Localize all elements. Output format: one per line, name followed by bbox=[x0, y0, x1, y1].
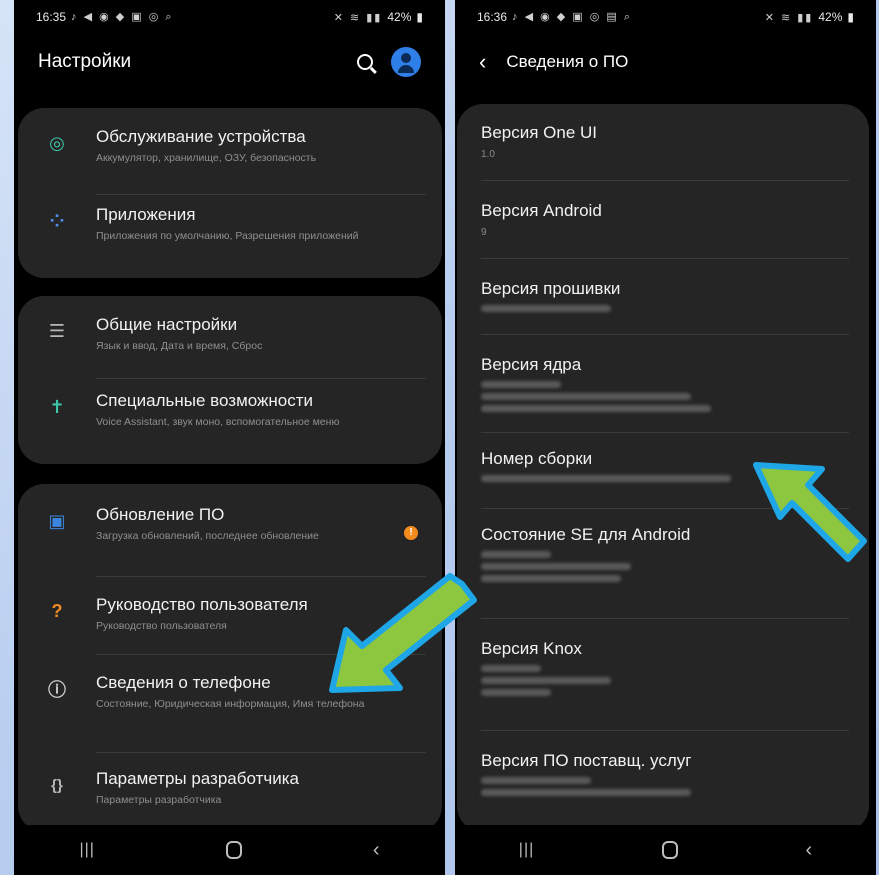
recent-apps-icon[interactable]: ||| bbox=[79, 841, 94, 859]
divider bbox=[481, 432, 849, 433]
user-manual-icon: ? bbox=[51, 600, 63, 621]
back-nav-icon[interactable]: ‹ bbox=[805, 839, 812, 862]
page-title: Сведения о ПО bbox=[506, 52, 629, 71]
row-title: Версия ядра bbox=[481, 355, 582, 374]
search-icon[interactable] bbox=[357, 54, 373, 70]
settings-item-accessibility[interactable]: ✝ Специальные возможности Voice Assistan… bbox=[18, 390, 442, 454]
settings-item-software-update[interactable]: ▣ Обновление ПО Загрузка обновлений, пос… bbox=[18, 504, 442, 566]
info-row-service-provider[interactable]: Версия ПО поставщ. услуг bbox=[457, 750, 869, 796]
recent-apps-icon[interactable]: ||| bbox=[519, 841, 534, 859]
row-title: Версия Knox bbox=[481, 639, 582, 658]
info-row-one-ui[interactable]: Версия One UI 1.0 bbox=[457, 122, 869, 162]
redacted-value bbox=[481, 405, 711, 412]
divider bbox=[481, 618, 849, 619]
redacted-value bbox=[481, 689, 551, 696]
device-care-icon: ◎ bbox=[49, 132, 65, 153]
info-row-kernel[interactable]: Версия ядра bbox=[457, 354, 869, 412]
redacted-value bbox=[481, 475, 731, 482]
redacted-value bbox=[481, 305, 611, 312]
item-subtitle: Язык и ввод, Дата и время, Сброс bbox=[96, 340, 263, 352]
arrow-pointing-to-build-number bbox=[753, 462, 867, 562]
item-subtitle: Приложения по умолчанию, Разрешения прил… bbox=[96, 230, 359, 242]
developer-options-icon: {} bbox=[51, 776, 63, 794]
settings-item-general[interactable]: ☰ Общие настройки Язык и ввод, Дата и вр… bbox=[18, 314, 442, 370]
clock: 16:35 bbox=[36, 10, 67, 24]
item-subtitle: Аккумулятор, хранилище, ОЗУ, безопасност… bbox=[96, 152, 317, 164]
divider bbox=[96, 194, 426, 195]
software-info-screen: 16:36 ♪ ◀ ◉ ◆ ▣ ◎ ▤ ⌕ ✕ ≋ ▮▮ 42% ▮ ‹ Све… bbox=[455, 0, 876, 875]
item-subtitle: Voice Assistant, звук моно, вспомогатель… bbox=[96, 416, 340, 428]
app-bar: Настройки bbox=[14, 36, 445, 88]
item-title: Специальные возможности bbox=[96, 391, 314, 410]
app-bar: ‹ Сведения о ПО bbox=[455, 36, 876, 88]
info-row-knox[interactable]: Версия Knox bbox=[457, 638, 869, 696]
divider bbox=[96, 752, 426, 753]
divider bbox=[481, 334, 849, 335]
home-icon[interactable] bbox=[661, 841, 678, 859]
back-icon[interactable]: ‹ bbox=[479, 51, 486, 73]
redacted-value bbox=[481, 789, 691, 796]
arrow-pointing-to-about-phone bbox=[329, 573, 477, 693]
divider bbox=[481, 730, 849, 731]
item-title: Приложения bbox=[96, 205, 196, 224]
accessibility-icon: ✝ bbox=[49, 396, 65, 417]
notification-icons: ♪ ◀ ◉ ◆ ▣ ◎ ⌕ bbox=[71, 11, 174, 23]
account-avatar[interactable] bbox=[391, 47, 421, 77]
row-title: Версия ПО поставщ. услуг bbox=[481, 751, 692, 770]
redacted-value bbox=[481, 677, 611, 684]
apps-icon: ⁘ bbox=[49, 210, 65, 231]
status-bar: 16:36 ♪ ◀ ◉ ◆ ▣ ◎ ▤ ⌕ ✕ ≋ ▮▮ 42% ▮ bbox=[455, 0, 876, 34]
battery-level: 42% bbox=[818, 10, 843, 24]
info-row-firmware[interactable]: Версия прошивки bbox=[457, 278, 869, 312]
redacted-value bbox=[481, 381, 561, 388]
settings-group-1: ◎ Обслуживание устройства Аккумулятор, х… bbox=[18, 108, 442, 278]
settings-group-2: ☰ Общие настройки Язык и ввод, Дата и вр… bbox=[18, 296, 442, 464]
settings-item-device-care[interactable]: ◎ Обслуживание устройства Аккумулятор, х… bbox=[18, 126, 442, 186]
item-subtitle: Параметры разработчика bbox=[96, 794, 222, 806]
status-bar: 16:35 ♪ ◀ ◉ ◆ ▣ ◎ ⌕ ✕ ≋ ▮▮ 42% ▮ bbox=[14, 0, 445, 34]
item-title: Общие настройки bbox=[96, 315, 238, 334]
signal-icons: ✕ ≋ ▮▮ bbox=[764, 11, 814, 24]
redacted-value bbox=[481, 563, 631, 570]
back-nav-icon[interactable]: ‹ bbox=[373, 839, 380, 862]
navigation-bar: ||| ‹ bbox=[455, 825, 876, 875]
redacted-value bbox=[481, 393, 691, 400]
settings-screen: 16:35 ♪ ◀ ◉ ◆ ▣ ◎ ⌕ ✕ ≋ ▮▮ 42% ▮ Настрой… bbox=[14, 0, 445, 875]
row-value: 9 bbox=[481, 227, 487, 238]
info-icon: ⓘ bbox=[48, 680, 66, 700]
row-title: Версия Android bbox=[481, 201, 602, 220]
divider bbox=[481, 258, 849, 259]
row-title: Версия прошивки bbox=[481, 279, 621, 298]
item-title: Параметры разработчика bbox=[96, 769, 299, 788]
redacted-value bbox=[481, 665, 541, 672]
update-badge: ! bbox=[404, 526, 418, 540]
clock: 16:36 bbox=[477, 10, 508, 24]
divider bbox=[96, 378, 426, 379]
signal-icons: ✕ ≋ ▮▮ bbox=[333, 11, 383, 24]
sliders-icon: ☰ bbox=[48, 320, 66, 341]
item-subtitle: Загрузка обновлений, последнее обновлени… bbox=[96, 530, 319, 542]
home-icon[interactable] bbox=[225, 841, 242, 859]
item-title: Обслуживание устройства bbox=[96, 127, 306, 146]
row-title: Версия One UI bbox=[481, 123, 598, 142]
page-title: Настройки bbox=[38, 51, 132, 72]
battery-level: 42% bbox=[387, 10, 412, 24]
info-row-android[interactable]: Версия Android 9 bbox=[457, 200, 869, 240]
notification-icons: ♪ ◀ ◉ ◆ ▣ ◎ ▤ ⌕ bbox=[512, 11, 632, 23]
battery-icon: ▮ bbox=[416, 10, 423, 24]
row-value: 1.0 bbox=[481, 149, 495, 160]
settings-item-apps[interactable]: ⁘ Приложения Приложения по умолчанию, Ра… bbox=[18, 204, 442, 268]
redacted-value bbox=[481, 777, 591, 784]
item-title: Обновление ПО bbox=[96, 505, 225, 524]
settings-item-developer-options[interactable]: {} Параметры разработчика Параметры разр… bbox=[18, 768, 442, 814]
redacted-value bbox=[481, 575, 621, 582]
software-update-icon: ▣ bbox=[48, 510, 66, 531]
divider bbox=[481, 180, 849, 181]
battery-icon: ▮ bbox=[847, 10, 854, 24]
navigation-bar: ||| ‹ bbox=[14, 825, 445, 875]
redacted-value bbox=[481, 551, 551, 558]
